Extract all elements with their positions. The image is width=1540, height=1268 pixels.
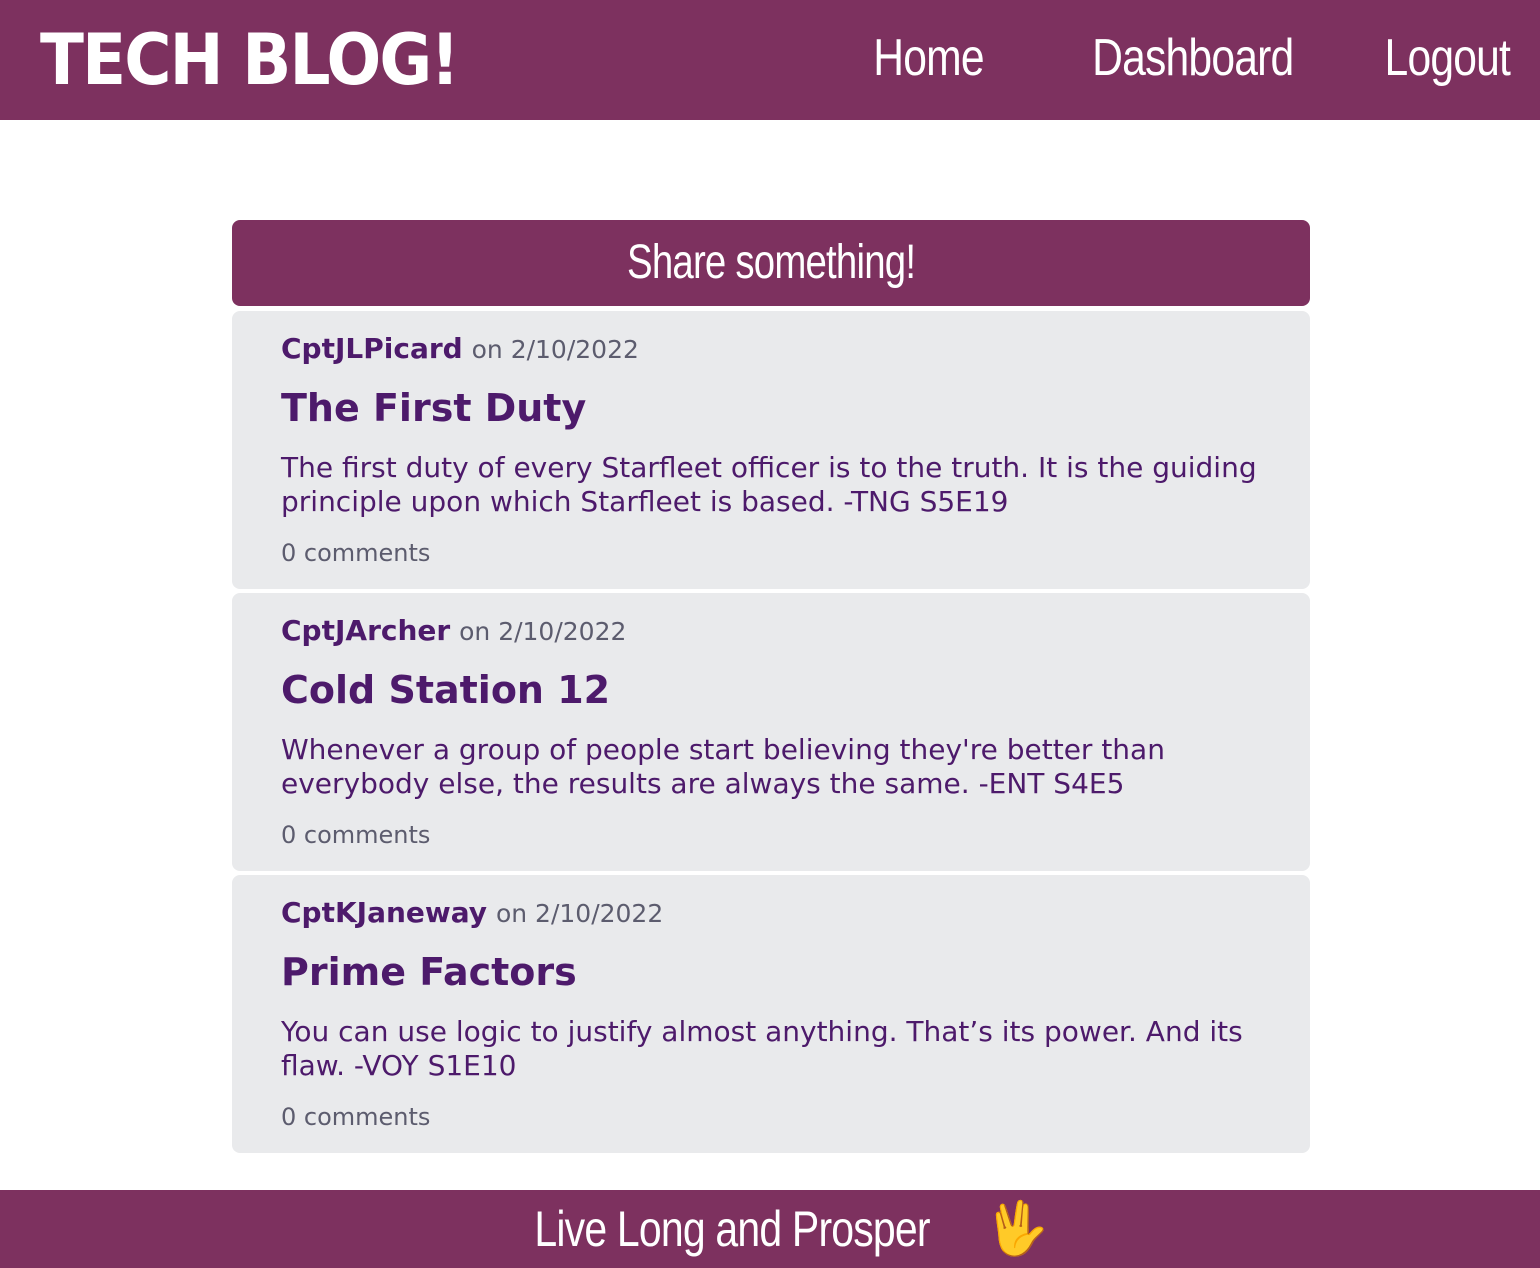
post-comments-count[interactable]: 0 comments	[281, 819, 430, 851]
footer-text: Live Long and Prosper	[534, 1201, 930, 1257]
post-card[interactable]: CptJLPicard on 2/10/2022 The First Duty …	[232, 311, 1310, 589]
post-comments-count[interactable]: 0 comments	[281, 1101, 430, 1133]
share-something-button[interactable]: Share something!	[232, 220, 1310, 306]
post-title[interactable]: Cold Station 12	[281, 667, 610, 713]
share-something-label: Share something!	[626, 236, 916, 289]
nav-dashboard-link[interactable]: Dashboard	[1092, 28, 1294, 88]
post-meta: CptJLPicard on 2/10/2022	[281, 331, 639, 368]
post-card[interactable]: CptKJaneway on 2/10/2022 Prime Factors Y…	[232, 875, 1310, 1153]
site-footer: Live Long and Prosper 🖖	[0, 1190, 1540, 1268]
post-title[interactable]: The First Duty	[281, 385, 586, 431]
main-nav: Home Dashboard Logout	[849, 28, 1511, 88]
site-brand[interactable]: TECH BLOG!	[40, 18, 460, 102]
post-comments-count[interactable]: 0 comments	[281, 537, 430, 569]
top-nav-bar: TECH BLOG! Home Dashboard Logout	[0, 0, 1540, 120]
vulcan-salute-icon: 🖖	[984, 1199, 1049, 1259]
post-author: CptKJaneway	[281, 896, 488, 929]
post-date: on 2/10/2022	[495, 899, 664, 928]
post-meta: CptJArcher on 2/10/2022	[281, 613, 626, 650]
post-meta: CptKJaneway on 2/10/2022	[281, 895, 663, 932]
nav-home-link[interactable]: Home	[873, 28, 984, 88]
post-author: CptJArcher	[281, 614, 451, 647]
post-body: Whenever a group of people start believi…	[281, 733, 1165, 800]
post-card[interactable]: CptJArcher on 2/10/2022 Cold Station 12 …	[232, 593, 1310, 871]
post-author: CptJLPicard	[281, 332, 463, 365]
post-body: You can use logic to justify almost anyt…	[281, 1015, 1243, 1082]
post-date: on 2/10/2022	[471, 335, 639, 364]
post-body: The first duty of every Starfleet office…	[281, 451, 1257, 518]
post-title[interactable]: Prime Factors	[281, 949, 577, 995]
post-date: on 2/10/2022	[459, 617, 627, 646]
nav-logout-link[interactable]: Logout	[1385, 28, 1511, 88]
